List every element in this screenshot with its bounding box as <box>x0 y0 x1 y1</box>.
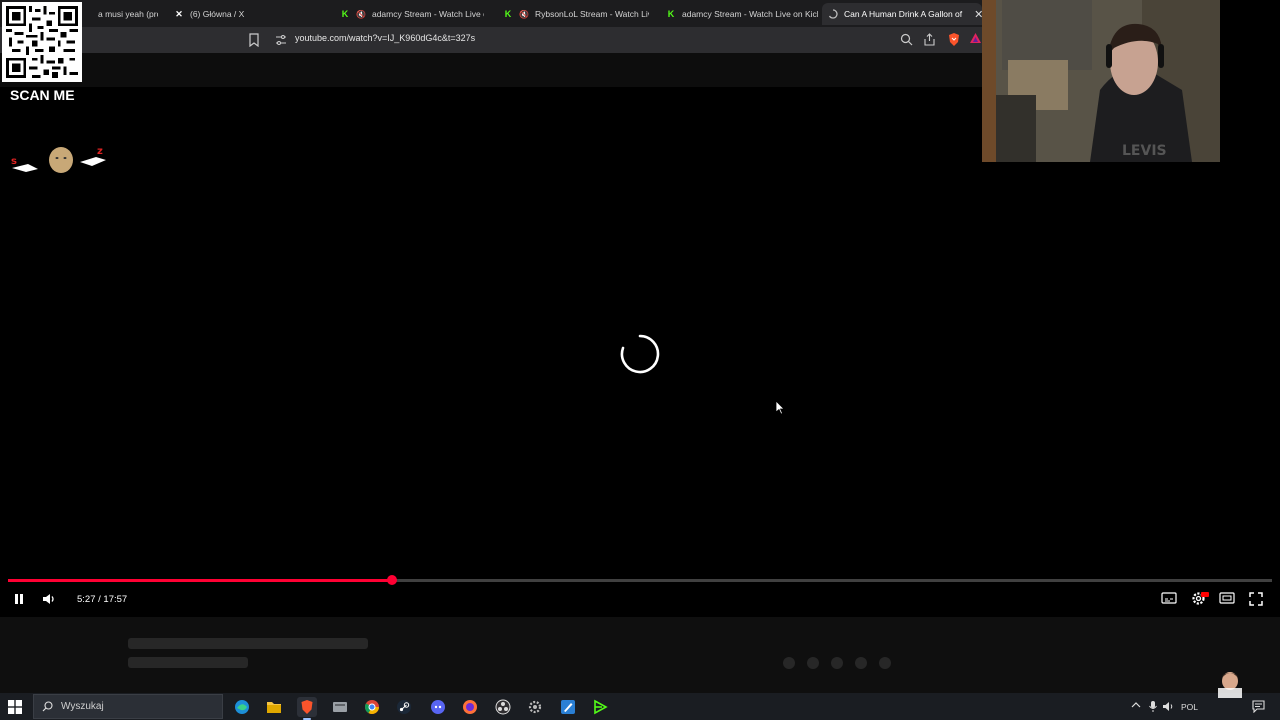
action-placeholder <box>783 657 795 669</box>
browser-tab-strip: a musi yeah (prod. ✕ (6) Główna / X K 🔇 … <box>0 0 985 27</box>
close-tab-icon[interactable]: ✕ <box>974 8 982 21</box>
chevron-up-icon[interactable] <box>1131 701 1141 709</box>
streamer-webcam: LEVIS <box>982 0 1220 162</box>
x-logo-icon: ✕ <box>175 8 183 19</box>
hd-badge <box>1201 592 1209 597</box>
mouse-cursor-icon <box>775 400 785 415</box>
tab-youtube-active[interactable]: Can A Human Drink A Gallon of ✕ <box>822 3 982 25</box>
brave-icon[interactable] <box>297 697 317 720</box>
loading-icon <box>828 9 838 19</box>
microphone-icon[interactable] <box>1148 700 1158 713</box>
music-icon <box>82 9 92 19</box>
video-details-loading <box>0 617 1280 693</box>
tab-title: adamcy Stream - Watch Live on K <box>371 9 484 19</box>
muted-speaker-icon[interactable]: 🔇 <box>356 10 366 19</box>
svg-text:z: z <box>97 146 103 157</box>
tab-music[interactable]: a musi yeah (prod. <box>76 3 158 25</box>
discord-icon[interactable] <box>428 697 448 717</box>
taskbar-search[interactable]: Wyszukaj <box>33 694 223 719</box>
muted-speaker-icon[interactable]: 🔇 <box>519 10 529 19</box>
kick-logo-icon: K <box>504 9 512 19</box>
bookmark-icon[interactable] <box>248 33 260 47</box>
tab-kick-adamcy-2[interactable]: K adamcy Stream - Watch Live on Kick <box>660 3 818 25</box>
svg-text:s: s <box>11 156 17 167</box>
chrome-icon[interactable] <box>362 697 382 717</box>
youtube-masthead-area <box>0 53 985 87</box>
zoom-icon[interactable] <box>900 33 913 46</box>
progress-bar[interactable] <box>8 575 1272 585</box>
corner-person-thumbnail <box>1218 672 1242 698</box>
language-indicator[interactable]: POL <box>1181 702 1198 712</box>
firefox-icon[interactable] <box>460 697 480 717</box>
steam-icon[interactable] <box>394 697 414 717</box>
tab-title: RybsonLoL Stream - Watch Live o <box>534 9 649 19</box>
loading-spinner-icon <box>620 334 660 374</box>
theater-mode-icon[interactable] <box>1219 591 1235 605</box>
speaker-icon[interactable] <box>1162 700 1175 713</box>
settings-icon[interactable] <box>525 697 545 717</box>
subtitles-icon[interactable] <box>1161 591 1177 605</box>
action-placeholder <box>807 657 819 669</box>
notification-icon[interactable] <box>1252 700 1265 713</box>
svg-text:LEVIS: LEVIS <box>1122 143 1167 159</box>
media-icon[interactable] <box>590 697 610 717</box>
action-placeholder <box>855 657 867 669</box>
time-display: 5:27 / 17:57 <box>77 594 128 605</box>
brave-shields-icon[interactable] <box>947 32 961 47</box>
tab-title: adamcy Stream - Watch Live on Kick <box>682 9 818 19</box>
tab-title: (6) Główna / X <box>190 9 245 19</box>
progress-scrubber[interactable] <box>387 575 397 585</box>
volume-icon[interactable] <box>40 590 58 608</box>
edge-icon[interactable] <box>232 697 252 717</box>
windows-taskbar: Wyszukaj POL <box>0 693 1280 720</box>
qr-code <box>2 2 82 82</box>
obs-icon[interactable] <box>493 697 513 717</box>
brave-rewards-icon[interactable] <box>969 32 982 45</box>
windows-start-icon[interactable] <box>8 700 22 714</box>
title-placeholder <box>128 638 368 649</box>
pause-button[interactable] <box>10 590 28 608</box>
action-placeholder <box>879 657 891 669</box>
address-bar-row: youtube.com/watch?v=IJ_K960dG4c&t=327s <box>0 27 985 53</box>
file-explorer-icon[interactable] <box>264 697 284 717</box>
paint-icon[interactable] <box>558 697 578 717</box>
site-settings-icon[interactable] <box>275 34 287 46</box>
action-placeholder <box>831 657 843 669</box>
kick-logo-icon: K <box>341 9 349 19</box>
kick-logo-icon: K <box>667 9 675 19</box>
tab-kick-rybson[interactable]: K 🔇 RybsonLoL Stream - Watch Live o <box>497 3 649 25</box>
share-icon[interactable] <box>923 33 936 46</box>
subtitle-placeholder <box>128 657 248 668</box>
url-field[interactable]: youtube.com/watch?v=IJ_K960dG4c&t=327s <box>295 33 475 43</box>
fullscreen-icon[interactable] <box>1248 591 1264 607</box>
tab-title: a musi yeah (prod. <box>98 9 158 19</box>
pause-icon <box>15 594 23 604</box>
tab-title: Can A Human Drink A Gallon of <box>844 9 963 19</box>
search-placeholder: Wyszukaj <box>61 701 104 712</box>
search-icon <box>42 701 53 712</box>
tab-x[interactable]: ✕ (6) Główna / X <box>168 3 318 25</box>
progress-played <box>8 579 392 582</box>
sleeping-cat-sticker: s z <box>11 146 106 173</box>
scan-me-label: SCAN ME <box>10 87 75 103</box>
tab-kick-adamcy-1[interactable]: K 🔇 adamcy Stream - Watch Live on K <box>334 3 484 25</box>
app-icon[interactable] <box>330 697 350 717</box>
